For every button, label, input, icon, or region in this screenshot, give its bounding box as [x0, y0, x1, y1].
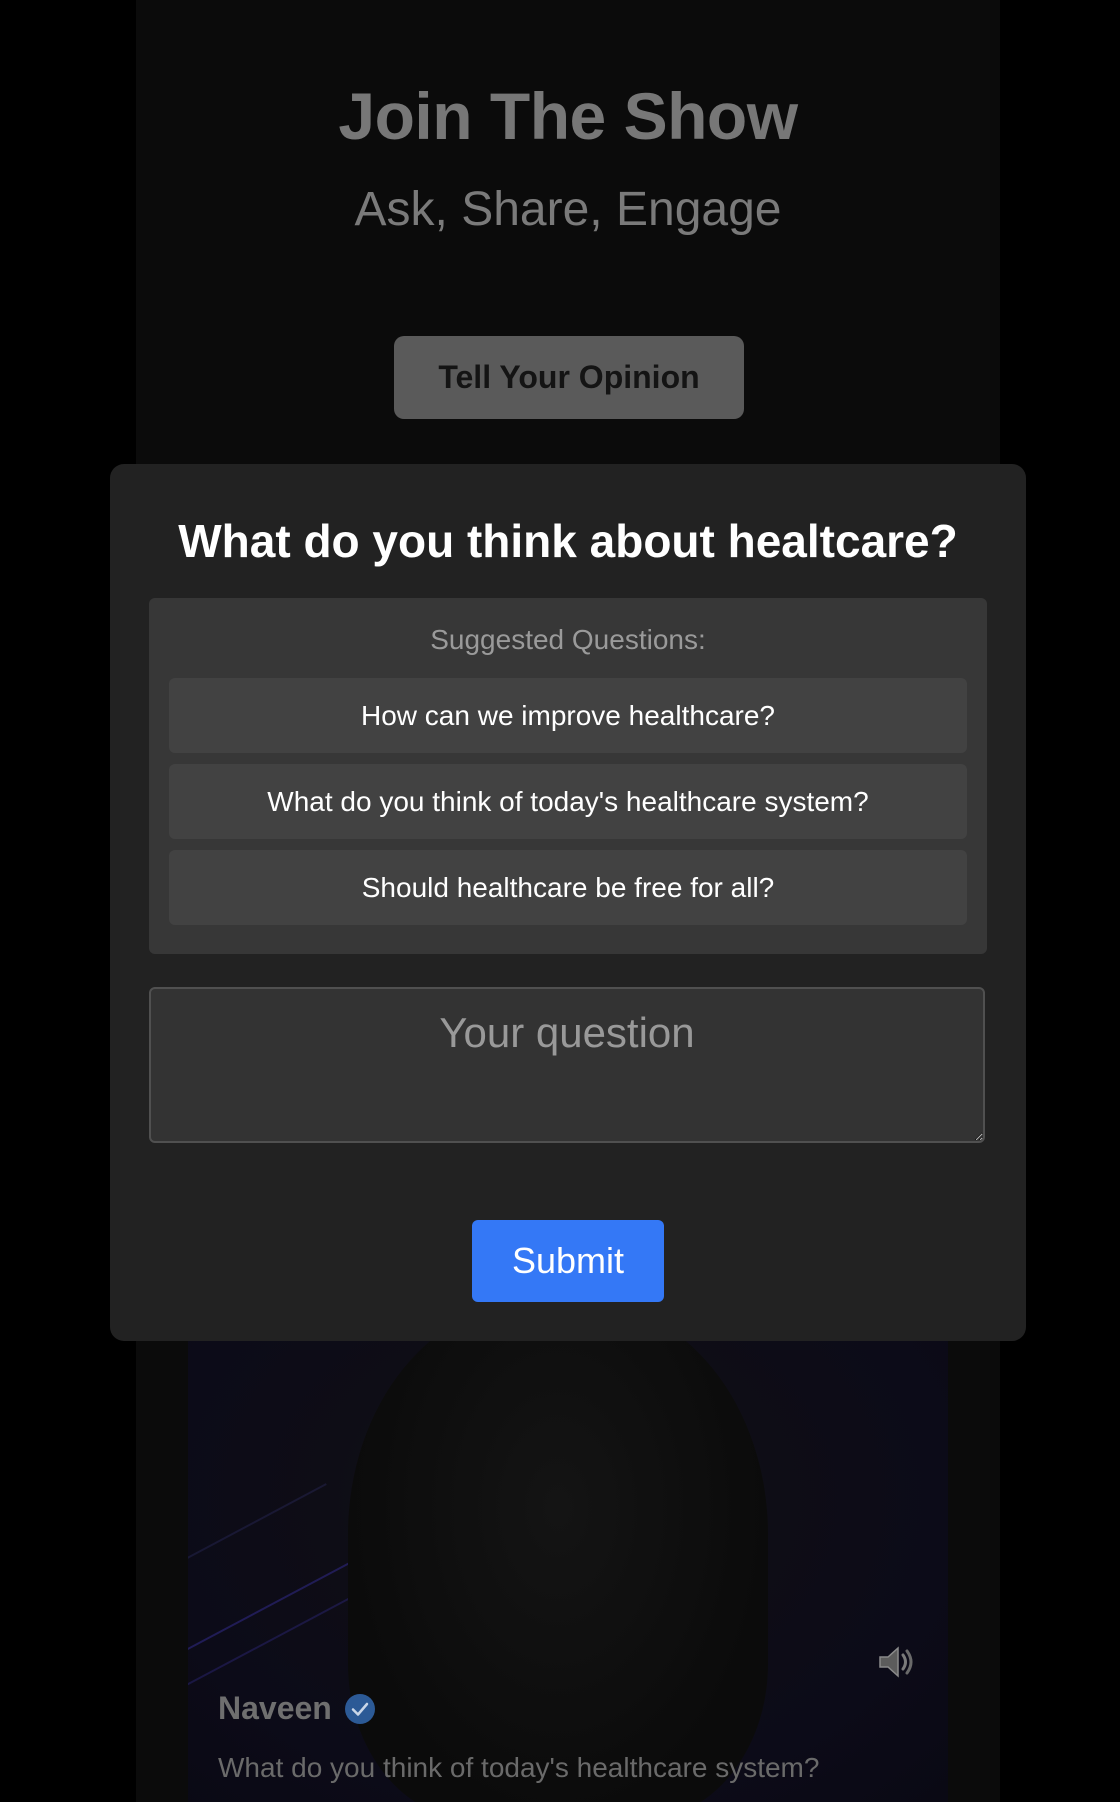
video-light-streak [188, 1483, 327, 1579]
video-silhouette [348, 1300, 768, 1802]
suggested-questions-panel: Suggested Questions: How can we improve … [149, 598, 987, 954]
caller-name-row: Naveen [218, 1690, 376, 1727]
video-card: Naveen What do you think of today's heal… [188, 1300, 948, 1802]
tell-opinion-button[interactable]: Tell Your Opinion [394, 336, 744, 419]
question-input[interactable] [149, 987, 985, 1143]
modal-title: What do you think about healtcare? [178, 515, 958, 567]
caller-question: What do you think of today's healthcare … [218, 1752, 820, 1783]
page-title: Join The Show [338, 79, 798, 153]
suggested-question-item[interactable]: Should healthcare be free for all? [169, 850, 967, 925]
verified-check-icon [344, 1693, 376, 1725]
page: Join The Show Ask, Share, Engage Tell Yo… [0, 0, 1120, 1802]
caller-name: Naveen [218, 1690, 332, 1726]
speaker-icon[interactable] [874, 1640, 918, 1684]
suggested-questions-label: Suggested Questions: [430, 624, 706, 655]
question-modal: What do you think about healtcare? Sugge… [110, 464, 1026, 1341]
suggested-question-item[interactable]: How can we improve healthcare? [169, 678, 967, 753]
page-subtitle: Ask, Share, Engage [354, 183, 782, 236]
suggested-question-item[interactable]: What do you think of today's healthcare … [169, 764, 967, 839]
submit-button[interactable]: Submit [472, 1220, 664, 1302]
